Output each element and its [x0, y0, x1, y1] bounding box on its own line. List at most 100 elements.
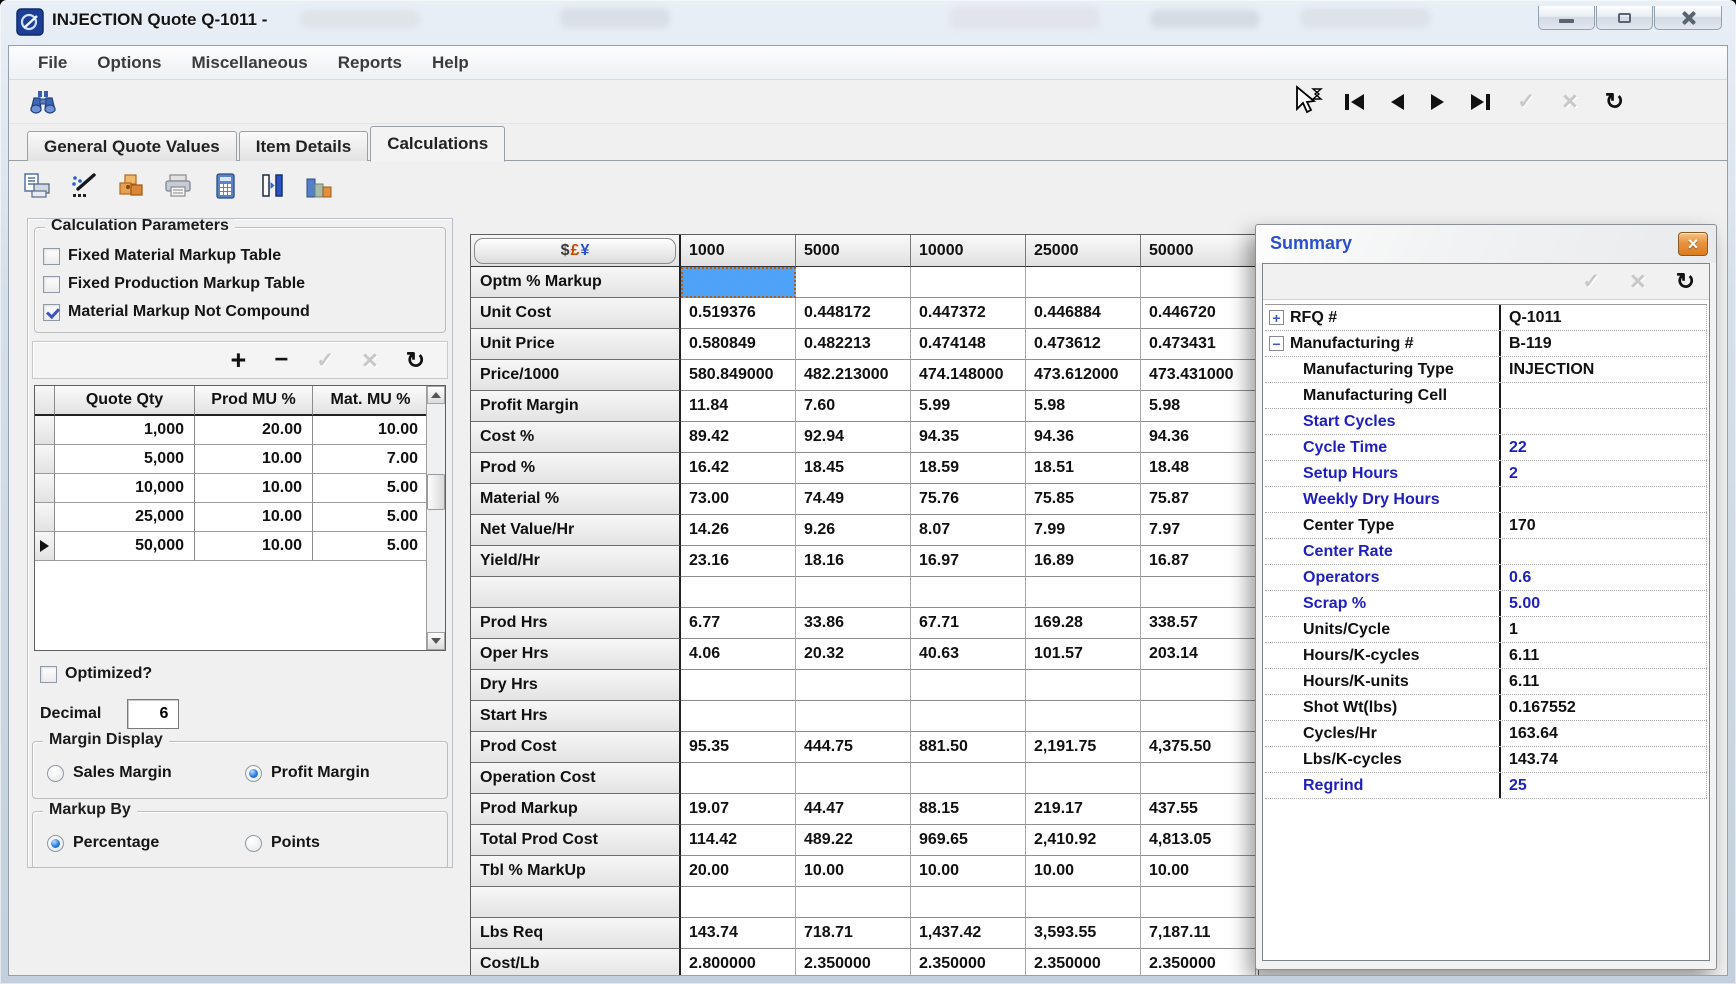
- table-cell[interactable]: 4,375.50: [1141, 732, 1256, 763]
- table-cell[interactable]: 2.350000: [1141, 949, 1256, 975]
- scroll-down-button[interactable]: [427, 632, 445, 650]
- table-cell[interactable]: 580.849000: [681, 360, 796, 391]
- tab-item-details[interactable]: Item Details: [239, 131, 368, 161]
- compare-columns-button[interactable]: [256, 171, 288, 201]
- row-indicator[interactable]: [35, 503, 55, 532]
- table-cell[interactable]: 7.60: [796, 391, 911, 422]
- radio-button[interactable]: [47, 765, 64, 782]
- table-cell[interactable]: 75.76: [911, 484, 1026, 515]
- recalculate-wand-button[interactable]: [68, 171, 100, 201]
- table-cell[interactable]: 482.213000: [796, 360, 911, 391]
- table-cell[interactable]: 18.45: [796, 453, 911, 484]
- grid-cancel-button[interactable]: [362, 347, 378, 374]
- row-indicator[interactable]: [35, 532, 55, 561]
- table-cell[interactable]: 0.448172: [796, 298, 911, 329]
- table-cell[interactable]: [796, 887, 911, 918]
- radio-sales-margin[interactable]: Sales Margin: [47, 764, 172, 782]
- table-cell[interactable]: 0.474148: [911, 329, 1026, 360]
- table-cell[interactable]: 10.00: [911, 856, 1026, 887]
- table-cell[interactable]: 89.42: [681, 422, 796, 453]
- menu-item-help[interactable]: Help: [417, 53, 484, 73]
- table-cell[interactable]: 75.87: [1141, 484, 1256, 515]
- summary-value[interactable]: INJECTION: [1499, 357, 1707, 382]
- checkbox-box[interactable]: [40, 666, 57, 683]
- menu-item-options[interactable]: Options: [82, 53, 176, 73]
- summary-value[interactable]: B-119: [1499, 331, 1707, 356]
- table-cell[interactable]: 1,437.42: [911, 918, 1026, 949]
- table-cell[interactable]: [1026, 577, 1141, 608]
- quote-grid-cell[interactable]: 1,000: [55, 416, 195, 445]
- table-cell[interactable]: 18.51: [1026, 453, 1141, 484]
- table-cell[interactable]: 0.446720: [1141, 298, 1256, 329]
- scroll-thumb[interactable]: [427, 474, 445, 510]
- add-row-button[interactable]: [231, 347, 247, 374]
- last-record-button[interactable]: [1471, 94, 1490, 110]
- checkbox-fixed-material-markup-table[interactable]: Fixed Material Markup Table: [43, 244, 281, 268]
- table-cell[interactable]: 88.15: [911, 794, 1026, 825]
- table-cell[interactable]: [681, 670, 796, 701]
- table-cell[interactable]: [911, 887, 1026, 918]
- previous-record-button[interactable]: [1391, 94, 1404, 110]
- table-cell[interactable]: [796, 267, 911, 298]
- scroll-up-button[interactable]: [427, 386, 445, 404]
- table-cell[interactable]: [911, 267, 1026, 298]
- table-cell[interactable]: 8.07: [911, 515, 1026, 546]
- quote-grid-cell[interactable]: 10.00: [195, 532, 313, 561]
- quote-grid-cell[interactable]: 25,000: [55, 503, 195, 532]
- table-cell[interactable]: 73.00: [681, 484, 796, 515]
- refresh-button[interactable]: [1605, 90, 1624, 113]
- summary-cancel-button[interactable]: [1630, 268, 1646, 295]
- table-cell[interactable]: 7.99: [1026, 515, 1141, 546]
- table-cell[interactable]: [1141, 887, 1256, 918]
- radio-button[interactable]: [47, 835, 64, 852]
- table-cell[interactable]: 2.350000: [796, 949, 911, 975]
- table-cell[interactable]: 437.55: [1141, 794, 1256, 825]
- bar-chart-button[interactable]: [303, 171, 335, 201]
- table-cell[interactable]: 18.48: [1141, 453, 1256, 484]
- table-cell[interactable]: 203.14: [1141, 639, 1256, 670]
- quote-grid-scrollbar[interactable]: [426, 386, 445, 650]
- currency-button[interactable]: $£¥: [474, 238, 676, 264]
- checkbox-fixed-production-markup-table[interactable]: Fixed Production Markup Table: [43, 272, 305, 296]
- summary-value[interactable]: 6.11: [1499, 643, 1707, 668]
- table-cell[interactable]: [796, 577, 911, 608]
- checkbox-box[interactable]: [43, 304, 60, 321]
- table-cell[interactable]: [911, 763, 1026, 794]
- table-cell[interactable]: 92.94: [796, 422, 911, 453]
- summary-accept-button[interactable]: [1582, 271, 1600, 292]
- table-cell[interactable]: 473.431000: [1141, 360, 1256, 391]
- table-cell[interactable]: 2.350000: [1026, 949, 1141, 975]
- summary-value[interactable]: 25: [1499, 773, 1707, 798]
- table-cell[interactable]: [1026, 763, 1141, 794]
- grid-refresh-button[interactable]: [406, 349, 425, 372]
- quote-grid-cell[interactable]: 7.00: [313, 445, 429, 474]
- table-cell[interactable]: 219.17: [1026, 794, 1141, 825]
- grid-accept-button[interactable]: [316, 350, 334, 371]
- minimize-button[interactable]: [1538, 6, 1595, 30]
- table-cell[interactable]: [681, 763, 796, 794]
- summary-value[interactable]: 0.6: [1499, 565, 1707, 590]
- table-cell[interactable]: 23.16: [681, 546, 796, 577]
- table-cell[interactable]: 3,593.55: [1026, 918, 1141, 949]
- table-cell[interactable]: 0.473612: [1026, 329, 1141, 360]
- quote-grid-cell[interactable]: 5.00: [313, 503, 429, 532]
- summary-value[interactable]: 143.74: [1499, 747, 1707, 772]
- accept-button[interactable]: [1517, 91, 1535, 112]
- table-cell[interactable]: [911, 670, 1026, 701]
- table-cell[interactable]: 94.35: [911, 422, 1026, 453]
- summary-value[interactable]: [1499, 383, 1707, 408]
- summary-close-button[interactable]: [1678, 232, 1708, 256]
- table-cell[interactable]: 9.26: [796, 515, 911, 546]
- table-cell[interactable]: 114.42: [681, 825, 796, 856]
- print-button[interactable]: [162, 171, 194, 201]
- table-cell[interactable]: 75.85: [1026, 484, 1141, 515]
- radio-button[interactable]: [245, 835, 262, 852]
- summary-value[interactable]: 1: [1499, 617, 1707, 642]
- quote-grid-cell[interactable]: 5.00: [313, 474, 429, 503]
- next-record-button[interactable]: [1431, 94, 1444, 110]
- copy-report-button[interactable]: [21, 171, 53, 201]
- quote-grid-cell[interactable]: 20.00: [195, 416, 313, 445]
- menu-item-reports[interactable]: Reports: [323, 53, 417, 73]
- summary-value[interactable]: [1499, 409, 1707, 434]
- table-cell[interactable]: 0.482213: [796, 329, 911, 360]
